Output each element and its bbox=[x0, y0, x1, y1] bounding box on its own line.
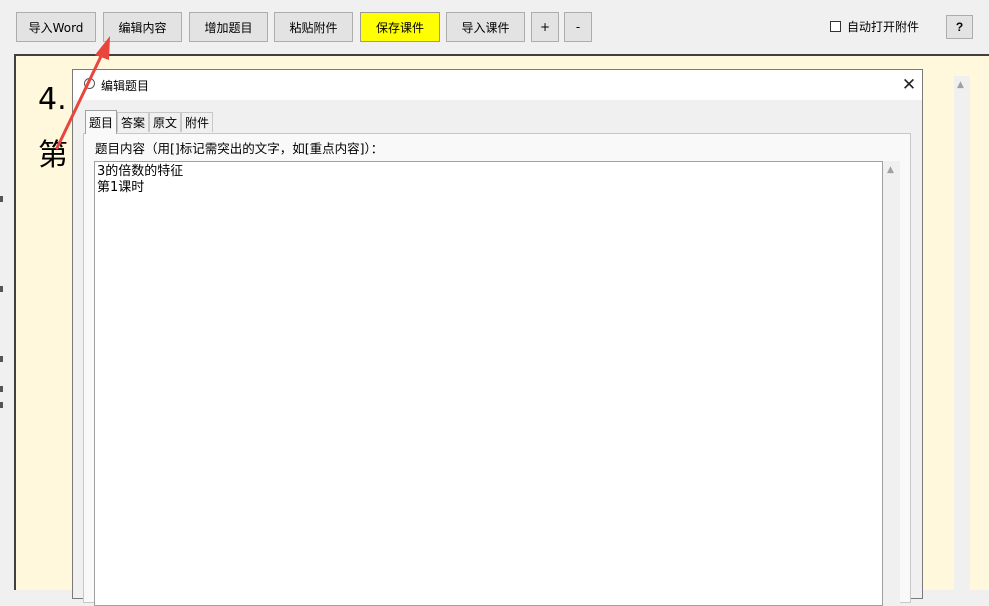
annotation-arrow-icon bbox=[55, 36, 110, 150]
tab-question[interactable]: 题目 bbox=[85, 110, 117, 134]
